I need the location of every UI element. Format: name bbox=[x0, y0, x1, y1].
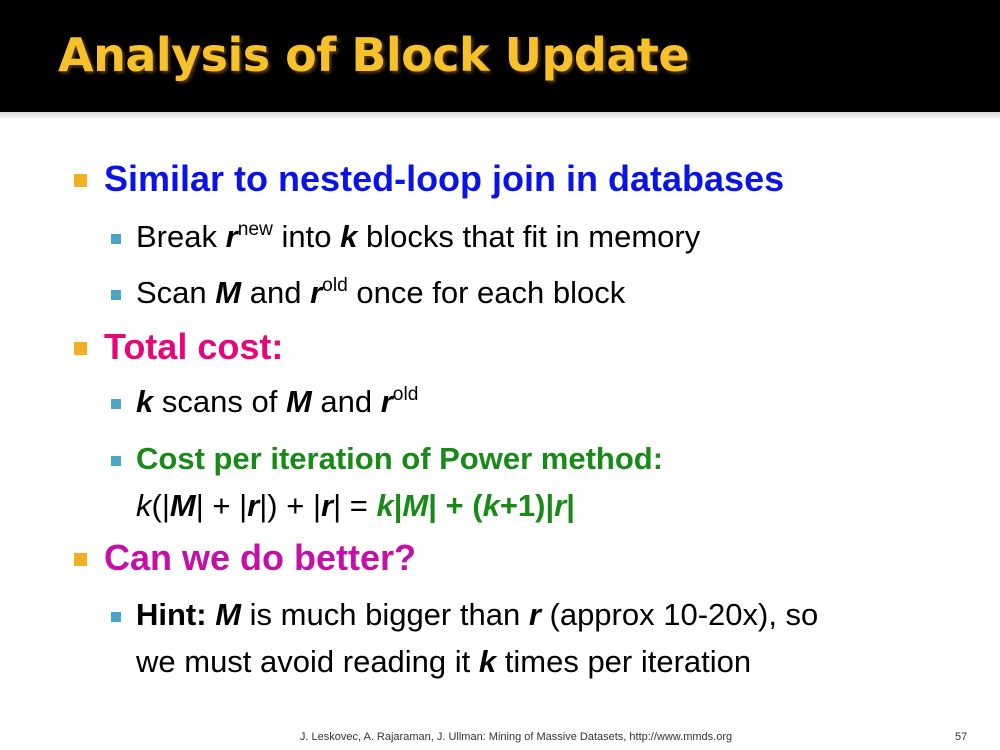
subbullet-break-r: Break rnew into k blocks that fit in mem… bbox=[136, 219, 701, 254]
subbullet-k-scans: k scans of M and rold bbox=[136, 384, 419, 419]
bullet-total-cost: Total cost: bbox=[104, 326, 284, 367]
bullet-square-icon bbox=[111, 234, 121, 244]
bullet-square-icon bbox=[74, 174, 87, 187]
bullet-square-icon bbox=[111, 399, 121, 409]
bullet-nested-loop: Similar to nested-loop join in databases bbox=[104, 158, 785, 199]
bullet-square-icon bbox=[111, 612, 121, 622]
bullet-square-icon bbox=[74, 553, 87, 566]
bullet-square-icon bbox=[111, 290, 121, 300]
subbullet-hint: Hint: M is much bigger than r (approx 10… bbox=[136, 597, 819, 632]
subbullet-cost-per-iteration: Cost per iteration of Power method: bbox=[136, 441, 664, 476]
footer-citation: J. Leskovec, A. Rajaraman, J. Ullman: Mi… bbox=[299, 731, 733, 743]
slide-body: Similar to nested-loop join in databases… bbox=[0, 0, 1000, 750]
hint-continuation: we must avoid reading it k times per ite… bbox=[136, 644, 752, 679]
bullet-square-icon bbox=[74, 342, 87, 355]
cost-formula: k(|M| + |r|) + |r| = k|M| + (k+1)|r| bbox=[136, 488, 575, 523]
subbullet-scan-m: Scan M and rold once for each block bbox=[136, 275, 626, 310]
bullet-square-icon bbox=[111, 456, 121, 466]
bullet-can-we-do-better: Can we do better? bbox=[104, 537, 417, 578]
page-number: 57 bbox=[955, 731, 968, 743]
